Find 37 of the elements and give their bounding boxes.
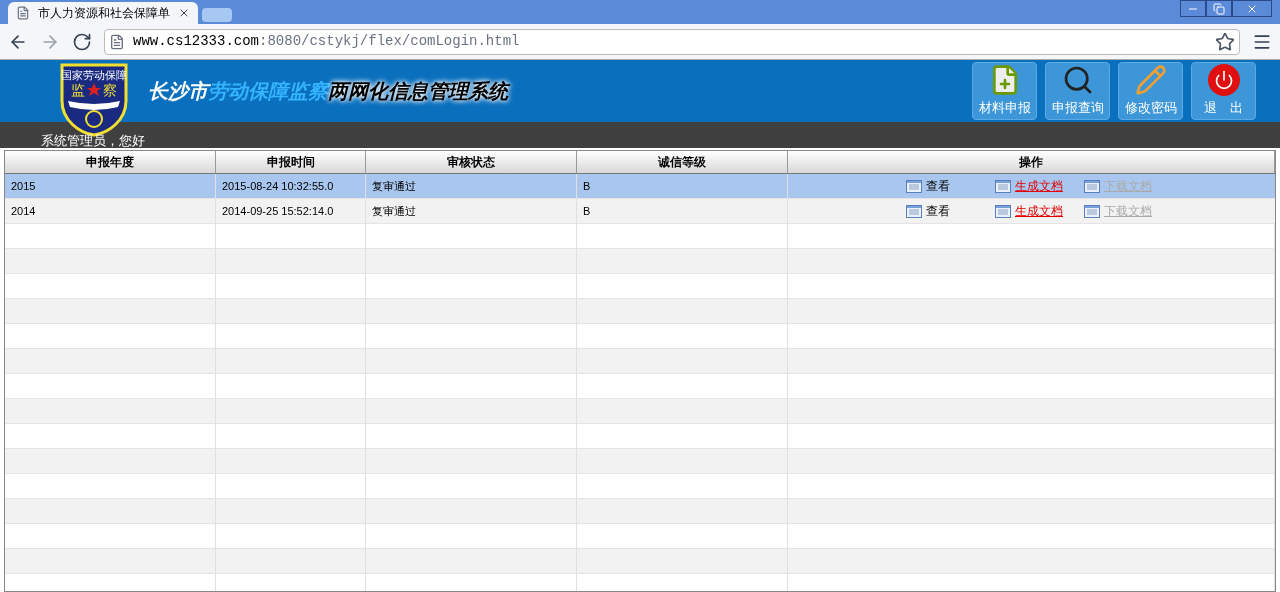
table-cell-text: 复审通过 <box>372 178 416 194</box>
action-link[interactable]: 生成文档 <box>1015 202 1063 220</box>
view-button[interactable]: 查看 <box>926 202 950 220</box>
power-symbol-icon <box>1213 70 1234 91</box>
close-button[interactable] <box>1232 0 1272 17</box>
table-cell-text: 2015 <box>11 178 36 194</box>
address-bar[interactable]: www.cs12333.com:8080/cstykj/flex/comLogin.html <box>104 28 1240 55</box>
table-cell-text: B <box>583 203 591 219</box>
close-icon[interactable] <box>178 7 190 19</box>
list-icon <box>906 179 922 193</box>
restore-icon <box>1213 2 1225 15</box>
column-header[interactable]: 申报年度 <box>5 151 216 173</box>
table-cell-text: 2014 <box>11 203 36 219</box>
list-icon <box>1084 179 1100 193</box>
browser-tab[interactable]: 市人力资源和社会保障单 <box>8 2 198 24</box>
pencil-icon <box>1134 64 1167 97</box>
table-cell-text: 2015-08-24 10:32:55.0 <box>222 178 334 194</box>
restore-button[interactable] <box>1206 0 1232 17</box>
list-icon <box>995 204 1011 218</box>
bookmark-star-icon[interactable] <box>1215 31 1235 52</box>
reload-icon[interactable] <box>72 31 92 52</box>
column-header[interactable]: 审核状态 <box>366 151 577 173</box>
column-header[interactable]: 申报时间 <box>216 151 366 173</box>
list-icon <box>995 179 1011 193</box>
table-cell-text: B <box>583 178 591 194</box>
view-button[interactable]: 查看 <box>926 177 950 195</box>
url-text: www.cs12333.com:8080/cstykj/flex/comLogin.html <box>133 32 520 51</box>
tab-title: 市人力资源和社会保障单 <box>38 5 170 22</box>
minimize-button[interactable] <box>1180 0 1206 17</box>
page-icon <box>16 6 30 20</box>
table-cell-text: 复审通过 <box>372 203 416 219</box>
column-header[interactable]: 操作 <box>788 151 1275 173</box>
column-header[interactable]: 诚信等级 <box>577 151 788 173</box>
table-cell-text: 2014-09-25 15:52:14.0 <box>222 203 334 219</box>
list-icon <box>906 204 922 218</box>
list-icon <box>1084 204 1100 218</box>
page-icon <box>109 33 125 50</box>
